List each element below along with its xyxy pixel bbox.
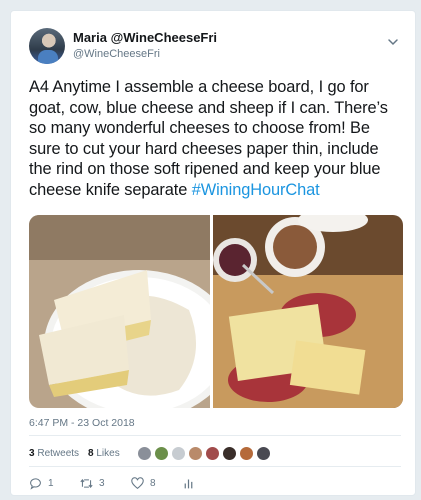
analytics-button[interactable] [182,477,201,490]
liker-avatars [136,445,273,461]
photo-brie-cheese[interactable] [29,215,210,408]
liker-avatar[interactable] [170,445,186,461]
retweet-icon [80,478,93,488]
likes-label: Likes [96,447,120,459]
tweet-text: A4 Anytime I assemble a cheese board, I … [29,77,403,200]
media-gallery [29,215,403,408]
liker-avatar[interactable] [153,445,169,461]
liker-avatar[interactable] [136,445,152,461]
retweet-count: 3 [99,477,105,489]
photo-cheese-board[interactable] [213,215,403,408]
like-count: 8 [150,477,156,489]
divider-top [29,435,401,436]
analytics-icon [184,478,193,488]
divider-bottom [29,466,401,467]
display-name[interactable]: Maria @WineCheeseFri [73,30,217,45]
tweet-timestamp[interactable]: 6:47 PM - 23 Oct 2018 [29,417,135,429]
avatar[interactable] [29,28,65,64]
tweet-header: Maria @WineCheeseFri @WineCheeseFri [29,28,401,68]
like-button[interactable]: 8 [131,476,160,490]
liker-avatar[interactable] [187,445,203,461]
likes-stat[interactable]: 8 Likes [88,448,120,459]
hashtag-link[interactable]: #WiningHourChat [192,181,320,199]
engagement-stats: 3 Retweets 8 Likes [29,441,273,465]
heart-icon [131,476,144,489]
retweets-stat[interactable]: 3 Retweets [29,448,79,459]
liker-avatar[interactable] [204,445,220,461]
liker-avatar[interactable] [238,445,254,461]
chevron-down-icon[interactable] [385,34,401,50]
retweets-count: 3 [29,447,35,459]
action-bar: 1 3 8 [29,473,401,493]
reply-count: 1 [48,477,54,489]
reply-button[interactable]: 1 [29,477,58,490]
liker-avatar[interactable] [221,445,237,461]
tweet-card: Maria @WineCheeseFri @WineCheeseFri A4 A… [10,10,416,496]
liker-avatar[interactable] [255,445,271,461]
retweets-label: Retweets [37,447,80,459]
retweet-button[interactable]: 3 [80,477,109,490]
likes-count: 8 [88,447,94,459]
user-handle[interactable]: @WineCheeseFri [73,48,217,60]
reply-icon [30,477,41,490]
